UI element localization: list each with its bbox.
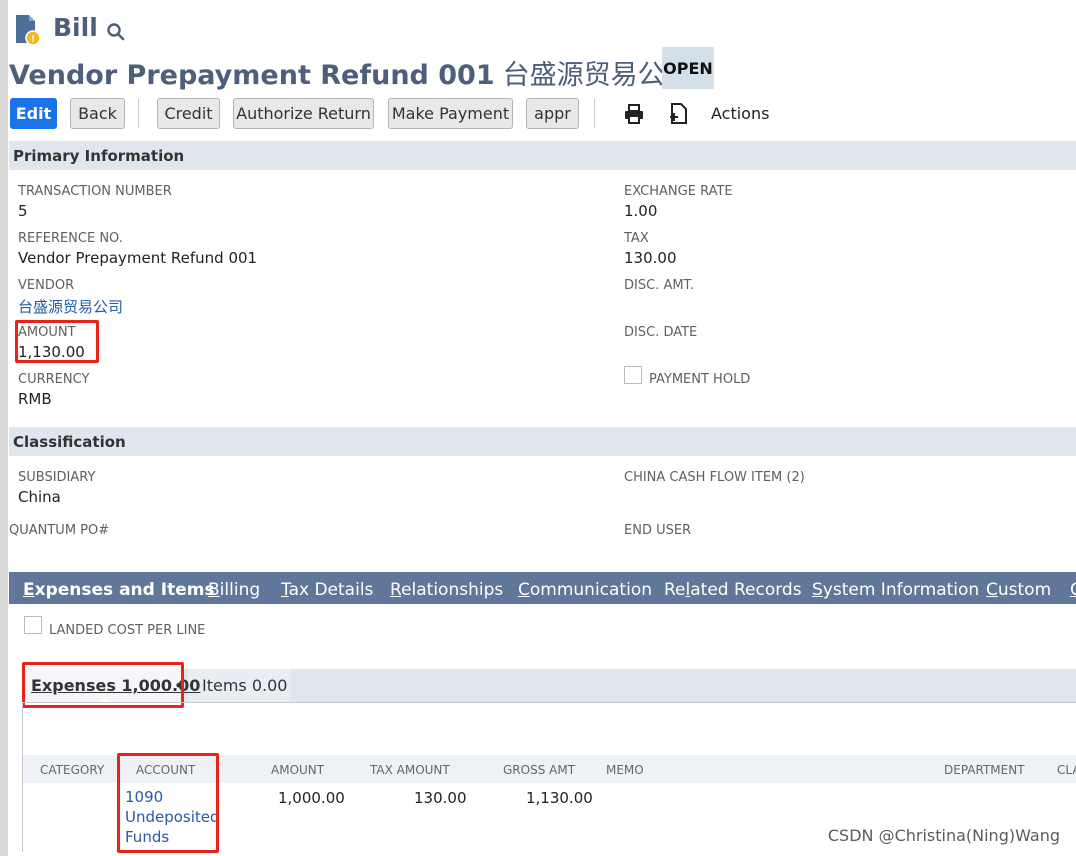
subtab-items-label[interactable]: Items 0.00 <box>202 676 287 695</box>
column-header-class[interactable]: CLA <box>1057 763 1076 777</box>
column-header-amount[interactable]: AMOUNT <box>271 763 324 777</box>
transaction-number-value: 5 <box>18 202 28 220</box>
disc-date-label: DISC. DATE <box>624 325 698 340</box>
tab-related-records[interactable]: Related Records <box>664 580 802 600</box>
column-header-department[interactable]: DEPARTMENT <box>944 763 1025 777</box>
account-highlight-box <box>117 753 219 853</box>
column-header-tax-amount[interactable]: TAX AMOUNT <box>370 763 450 777</box>
tab-expenses-and-items[interactable]: Expenses and Items <box>23 580 215 600</box>
tab-tax-details[interactable]: Tax Details <box>281 580 373 600</box>
currency-value: RMB <box>18 390 52 408</box>
primary-information-header[interactable]: Primary Information <box>9 141 1076 170</box>
classification-header[interactable]: Classification <box>9 427 1076 456</box>
exchange-rate-value: 1.00 <box>624 202 658 220</box>
tab-billing[interactable]: Billing <box>208 580 260 600</box>
payment-hold-label: PAYMENT HOLD <box>649 372 751 387</box>
tab-relationships[interactable]: Relationships <box>390 580 503 600</box>
column-header-gross-amt[interactable]: GROSS AMT <box>503 763 575 777</box>
column-header-memo[interactable]: MEMO <box>606 763 644 777</box>
appr-button[interactable]: appr <box>526 98 579 129</box>
landed-cost-per-line-checkbox[interactable] <box>24 616 42 634</box>
vendor-label: VENDOR <box>18 278 75 293</box>
toolbar-separator <box>594 99 595 128</box>
payment-hold-checkbox[interactable] <box>624 366 642 384</box>
reference-no-value: Vendor Prepayment Refund 001 <box>18 249 258 267</box>
page-title: Vendor Prepayment Refund 001 台盛源贸易公司 <box>9 53 692 92</box>
tab-custom[interactable]: Custom <box>986 580 1051 600</box>
print-icon[interactable] <box>623 103 645 125</box>
actions-menu[interactable]: Actions <box>711 104 769 123</box>
row-gross-amt: 1,130.00 <box>526 789 593 807</box>
vendor-link[interactable]: 台盛源贸易公司 <box>18 296 123 317</box>
tab-system-information[interactable]: System Information <box>812 580 979 600</box>
watermark-text: CSDN @Christina(Ning)Wang <box>827 826 1060 845</box>
bill-record-icon: ! <box>14 14 41 46</box>
amount-highlight-box <box>15 320 99 363</box>
authorize-return-button[interactable]: Authorize Return <box>233 98 374 129</box>
tax-label: TAX <box>624 231 649 246</box>
tab-communication[interactable]: Communication <box>518 580 652 600</box>
record-type-label: Bill <box>53 13 98 42</box>
subsidiary-label: SUBSIDIARY <box>18 470 96 485</box>
china-cash-flow-item-label: CHINA CASH FLOW ITEM (2) <box>624 470 805 485</box>
search-icon[interactable] <box>106 22 126 42</box>
tax-value: 130.00 <box>624 249 677 267</box>
column-header-category[interactable]: CATEGORY <box>40 763 104 777</box>
svg-text:!: ! <box>31 35 35 45</box>
edit-button[interactable]: Edit <box>10 98 57 129</box>
disc-amt-label: DISC. AMT. <box>624 278 695 293</box>
end-user-label: END USER <box>624 523 692 538</box>
currency-label: CURRENCY <box>18 372 90 387</box>
left-window-edge <box>0 0 8 856</box>
row-amount: 1,000.00 <box>278 789 345 807</box>
toolbar-separator <box>138 99 139 128</box>
quantum-po-label: QUANTUM PO# <box>9 523 110 538</box>
exchange-rate-label: EXCHANGE RATE <box>624 184 733 199</box>
transaction-number-label: TRANSACTION NUMBER <box>18 184 172 199</box>
back-button[interactable]: Back <box>70 98 125 129</box>
credit-button[interactable]: Credit <box>157 98 220 129</box>
row-tax-amount: 130.00 <box>414 789 467 807</box>
make-payment-button[interactable]: Make Payment <box>388 98 513 129</box>
status-badge: OPEN <box>662 47 714 89</box>
page-title-text: Vendor Prepayment Refund 001 <box>9 60 495 91</box>
landed-cost-per-line-label: LANDED COST PER LINE <box>49 623 206 638</box>
new-document-icon[interactable] <box>668 102 690 126</box>
reference-no-label: REFERENCE NO. <box>18 231 123 246</box>
tab-overflow[interactable]: C <box>1070 580 1076 600</box>
subsidiary-value: China <box>18 488 61 506</box>
